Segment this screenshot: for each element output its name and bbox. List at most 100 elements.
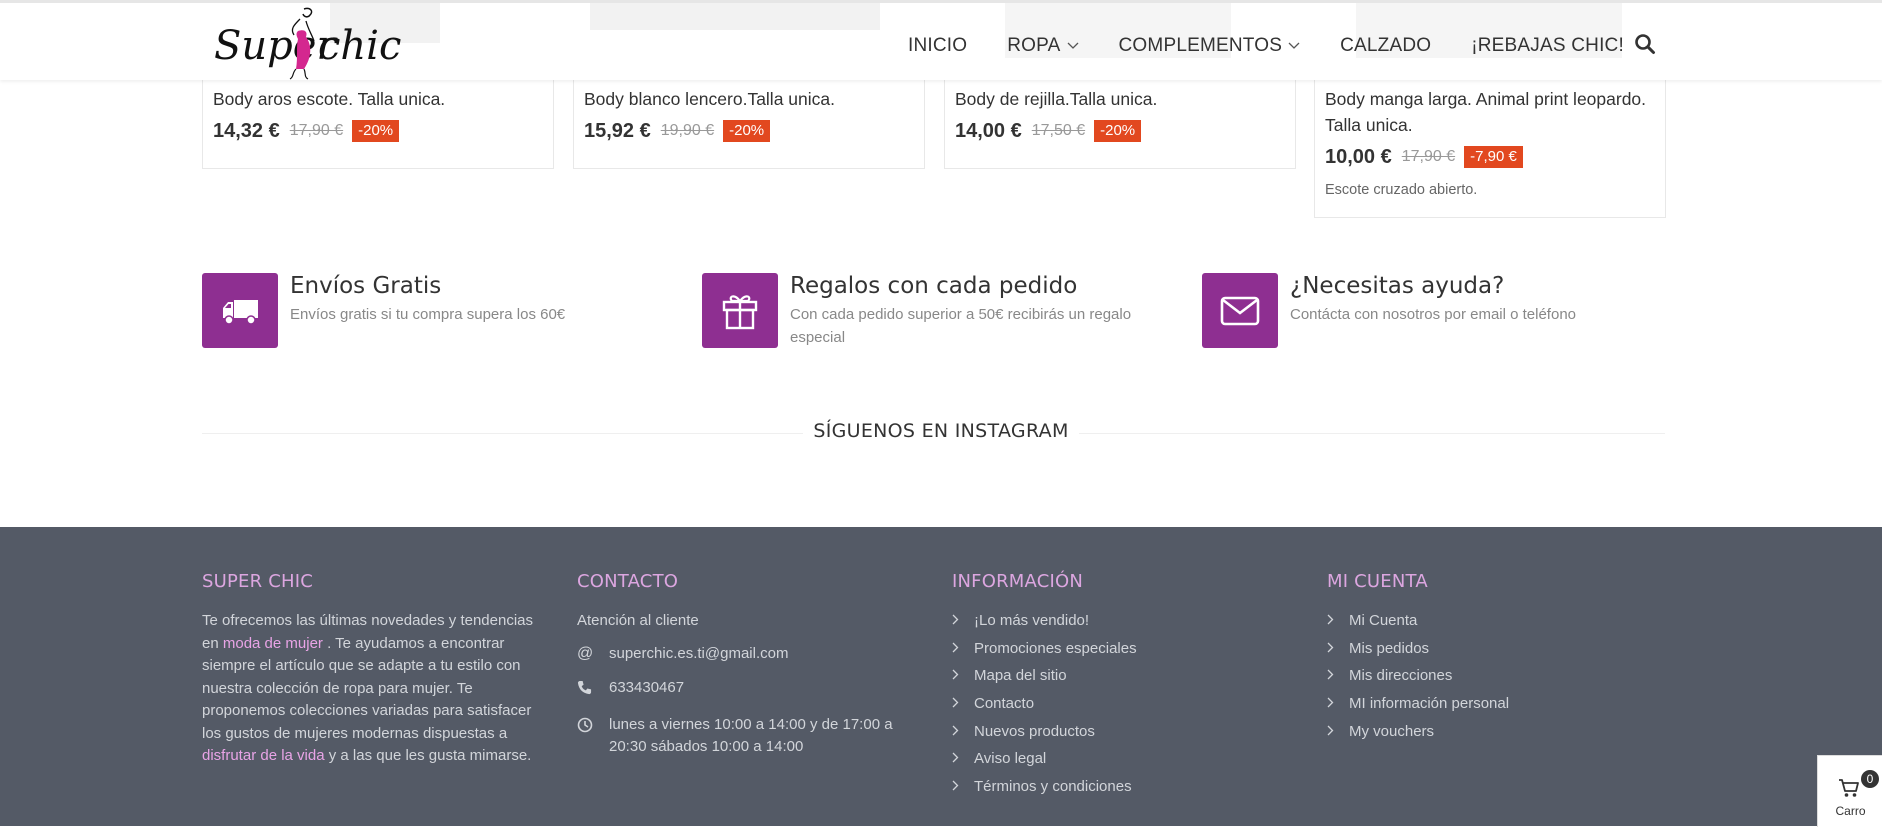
nav-label: CALZADO: [1340, 35, 1432, 56]
footer-link-label[interactable]: ¡Lo más vendido!: [974, 612, 1089, 629]
footer-link[interactable]: Mis direcciones: [1327, 662, 1509, 690]
chevron-right-icon: [1327, 612, 1349, 629]
nav-label: ¡REBAJAS CHIC!: [1471, 35, 1624, 56]
chevron-right-icon: [1327, 695, 1349, 712]
footer-link[interactable]: Contacto: [952, 690, 1137, 718]
footer-link-label[interactable]: Nuevos productos: [974, 723, 1095, 740]
product-name[interactable]: Body aros escote. Talla unica.: [213, 86, 553, 112]
footer-link-label[interactable]: MI información personal: [1349, 695, 1509, 712]
contact-phone[interactable]: 633430467: [577, 677, 917, 702]
product-card[interactable]: Body aros escote. Talla unica. 14,32 € 1…: [202, 70, 554, 169]
feature-icon-box: [702, 273, 778, 348]
logo-text-right: chic: [318, 23, 402, 69]
contact-attention: Atención al cliente: [577, 610, 917, 632]
product-old-price: 17,50 €: [1031, 122, 1086, 139]
info-links: ¡Lo más vendido! Promociones especiales …: [952, 607, 1137, 800]
discount-badge: -7,90 €: [1464, 146, 1523, 168]
main-nav: INICIO ROPA COMPLEMENTOS CALZADO ¡REBAJA…: [908, 31, 1664, 61]
footer-link-label[interactable]: Mapa del sitio: [974, 667, 1067, 684]
footer-link[interactable]: ¡Lo más vendido!: [952, 607, 1137, 635]
nav-item-ropa[interactable]: ROPA: [1007, 31, 1078, 61]
account-links: Mi Cuenta Mis pedidos Mis direcciones MI…: [1327, 607, 1509, 745]
nav-item-complementos[interactable]: COMPLEMENTOS: [1119, 31, 1301, 61]
footer-link-label[interactable]: Mis pedidos: [1349, 640, 1429, 657]
footer-link[interactable]: Términos y condiciones: [952, 773, 1137, 801]
footer-link[interactable]: Promociones especiales: [952, 635, 1137, 663]
product-prices: 14,00 € 17,50 € -20%: [955, 118, 1295, 144]
product-old-price: 17,90 €: [289, 122, 344, 139]
contact-hours-text: lunes a viernes 10:00 a 14:00 y de 17:00…: [609, 716, 893, 755]
footer-heading: SUPER CHIC: [202, 571, 314, 592]
feature-desc: Contácta con nosotros por email o teléfo…: [1290, 306, 1577, 323]
feature-icon-box: [202, 273, 278, 348]
product-price: 14,32 €: [213, 119, 280, 142]
product-prices: 10,00 € 17,90 € -7,90 €: [1325, 144, 1665, 170]
footer-heading: MI CUENTA: [1327, 571, 1428, 592]
footer-about: SUPER CHIC Te ofrecemos las últimas nove…: [202, 571, 542, 768]
chevron-right-icon: [952, 723, 974, 740]
nav-item-calzado[interactable]: CALZADO: [1340, 31, 1431, 61]
product-old-price: 19,90 €: [660, 122, 715, 139]
cart-button[interactable]: 0 Carro: [1817, 755, 1882, 827]
product-old-price: 17,90 €: [1401, 148, 1456, 165]
contact-hours: lunes a viernes 10:00 a 14:00 y de 17:00…: [577, 714, 917, 758]
cart-label: Carro: [1835, 804, 1866, 818]
cart-count-badge: 0: [1861, 770, 1879, 788]
site-logo[interactable]: Super chic: [212, 5, 401, 81]
footer-link-label[interactable]: Promociones especiales: [974, 640, 1137, 657]
link-moda-mujer[interactable]: moda de mujer: [223, 635, 323, 652]
footer-link[interactable]: Nuevos productos: [952, 717, 1137, 745]
clock-icon: [577, 717, 593, 733]
feature-title: ¿Necesitas ayuda?: [1290, 273, 1505, 299]
clock-icon-wrap: [577, 714, 609, 740]
chevron-right-icon: [1327, 723, 1349, 740]
footer-link[interactable]: Mi Cuenta: [1327, 607, 1509, 635]
envelope-icon: [1220, 296, 1260, 326]
footer-link-label[interactable]: Términos y condiciones: [974, 778, 1132, 795]
feature-desc: Envíos gratis si tu compra supera los 60…: [290, 306, 566, 323]
image-fragment: [590, 3, 880, 30]
product-card[interactable]: Body blanco lencero.Talla unica. 15,92 €…: [573, 70, 925, 169]
chevron-right-icon: [952, 667, 974, 684]
product-name[interactable]: Body blanco lencero.Talla unica.: [584, 86, 924, 112]
nav-item-inicio[interactable]: INICIO: [908, 31, 967, 61]
product-name[interactable]: Body manga larga. Animal print leopardo.…: [1325, 86, 1655, 138]
footer-link-label[interactable]: Contacto: [974, 695, 1034, 712]
search-button[interactable]: [1634, 33, 1656, 60]
site-footer: SUPER CHIC Te ofrecemos las últimas nove…: [0, 527, 1882, 826]
product-card[interactable]: Body manga larga. Animal print leopardo.…: [1314, 70, 1666, 218]
product-price: 14,00 €: [955, 119, 1022, 142]
about-text: Te ofrecemos las últimas novedades y ten…: [202, 610, 542, 768]
chevron-right-icon: [1327, 667, 1349, 684]
footer-link-label[interactable]: My vouchers: [1349, 723, 1434, 740]
product-price: 15,92 €: [584, 119, 651, 142]
footer-contact: CONTACTO Atención al cliente @ superchic…: [577, 571, 917, 758]
product-prices: 15,92 € 19,90 € -20%: [584, 118, 924, 144]
footer-link[interactable]: MI información personal: [1327, 690, 1509, 718]
about-text-part: y a las que les gusta mimarse.: [324, 747, 532, 764]
footer-link[interactable]: My vouchers: [1327, 717, 1509, 745]
nav-item-rebajas[interactable]: ¡REBAJAS CHIC!: [1471, 31, 1624, 61]
footer-link-label[interactable]: Mi Cuenta: [1349, 612, 1417, 629]
link-disfrutar[interactable]: disfrutar de la vida: [202, 747, 325, 764]
contact-email[interactable]: @ superchic.es.ti@gmail.com: [577, 643, 917, 665]
contact-attention-text: Atención al cliente: [577, 612, 699, 629]
footer-link[interactable]: Mis pedidos: [1327, 635, 1509, 663]
footer-link-label[interactable]: Aviso legal: [974, 750, 1046, 767]
feature-desc: Con cada pedido superior a 50€ recibirás…: [790, 306, 1132, 346]
chevron-right-icon: [952, 750, 974, 767]
contact-phone-text[interactable]: 633430467: [609, 677, 684, 699]
footer-link[interactable]: Aviso legal: [952, 745, 1137, 773]
product-price: 10,00 €: [1325, 145, 1392, 168]
at-icon: @: [577, 645, 594, 662]
feature-title: Envíos Gratis: [290, 273, 442, 299]
contact-email-text[interactable]: superchic.es.ti@gmail.com: [609, 643, 788, 665]
gift-icon: [722, 295, 758, 330]
chevron-right-icon: [952, 612, 974, 629]
footer-link[interactable]: Mapa del sitio: [952, 662, 1137, 690]
footer-link-label[interactable]: Mis direcciones: [1349, 667, 1452, 684]
product-name[interactable]: Body de rejilla.Talla unica.: [955, 86, 1295, 112]
nav-label: COMPLEMENTOS: [1118, 35, 1283, 56]
feature-title: Regalos con cada pedido: [790, 273, 1078, 299]
product-card[interactable]: Body de rejilla.Talla unica. 14,00 € 17,…: [944, 70, 1296, 169]
